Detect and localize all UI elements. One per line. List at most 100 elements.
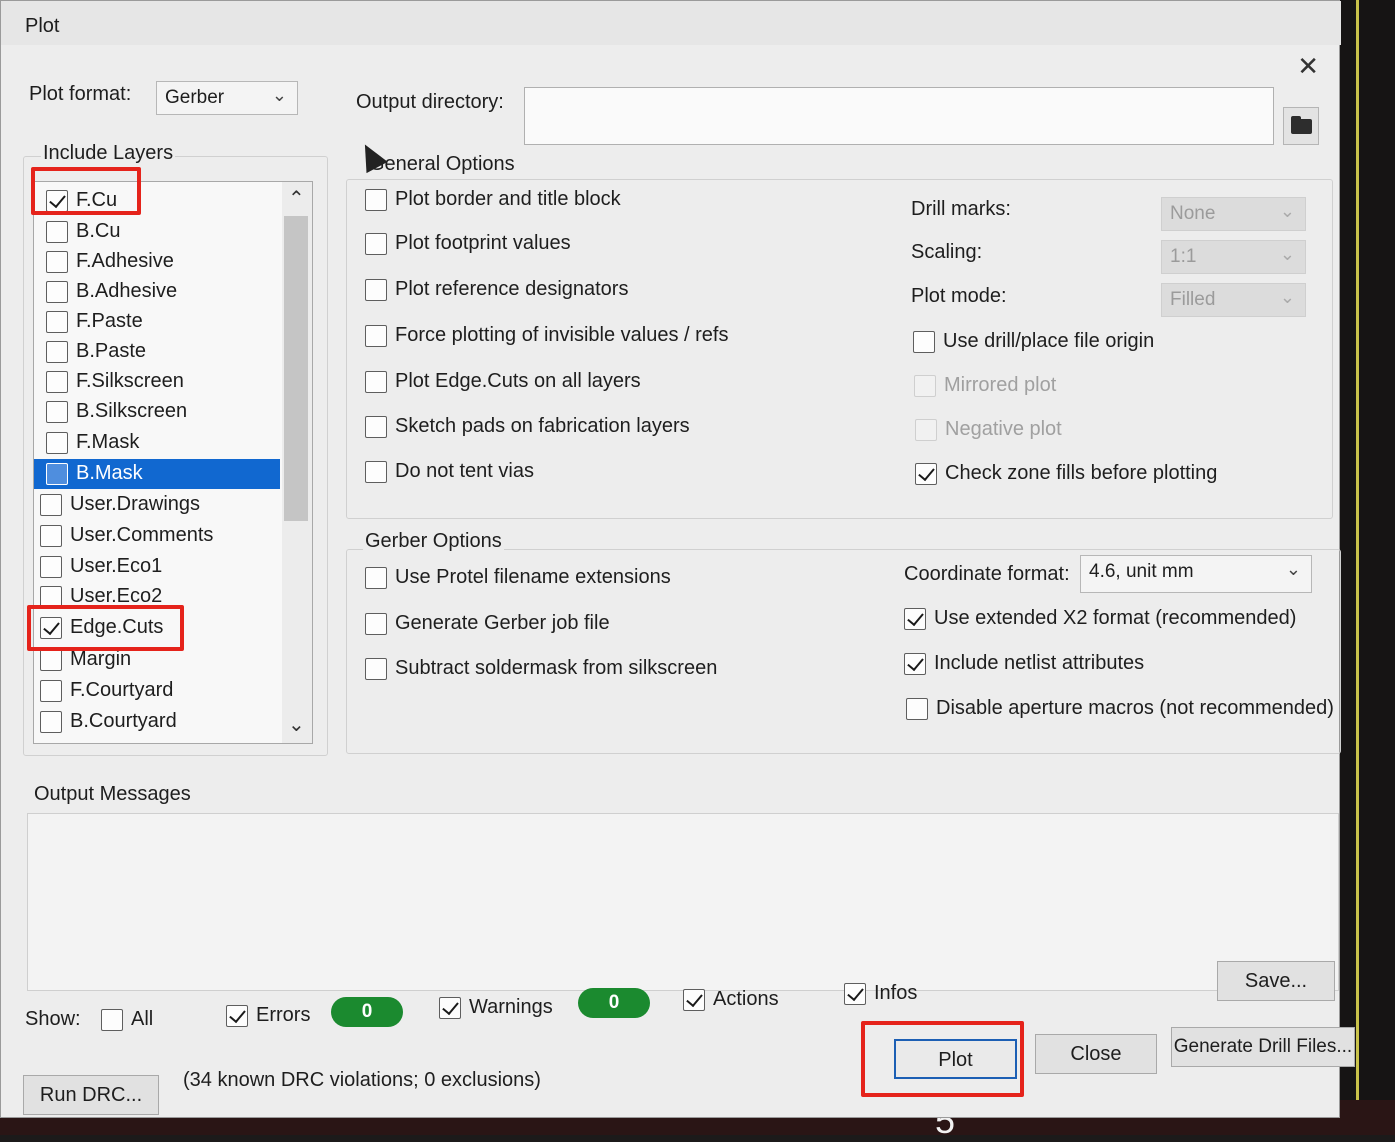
general-option-label: Do not tent vias <box>395 460 534 482</box>
general-option-label: Force plotting of invisible values / ref… <box>395 324 729 346</box>
general-right-option-label: Check zone fills before plotting <box>945 462 1218 484</box>
plot-format-value: Gerber <box>165 87 225 108</box>
layer-item[interactable]: B.Paste <box>34 337 280 367</box>
checkbox[interactable] <box>365 613 387 635</box>
show-label: Show: <box>25 1008 81 1030</box>
layer-checkbox[interactable] <box>46 251 68 273</box>
checkbox[interactable] <box>365 416 387 438</box>
checkbox[interactable] <box>365 461 387 483</box>
scaling-select[interactable]: 1:1 ⌄ <box>1161 240 1306 274</box>
layer-checkbox[interactable] <box>40 711 62 733</box>
chevron-down-icon: ⌄ <box>1279 201 1295 221</box>
layers-scrollbar[interactable]: ⌃ ⌄ <box>282 182 312 743</box>
gerber-option-label: Use Protel filename extensions <box>395 566 671 588</box>
run-drc-button[interactable]: Run DRC... <box>23 1075 159 1115</box>
layer-checkbox[interactable] <box>46 281 68 303</box>
layer-item[interactable]: F.Adhesive <box>34 247 280 277</box>
show-warnings-label: Warnings <box>469 996 553 1018</box>
layer-checkbox[interactable] <box>40 556 62 578</box>
show-infos-label: Infos <box>874 982 918 1004</box>
browse-folder-button[interactable] <box>1283 107 1319 145</box>
layer-item[interactable]: F.Silkscreen <box>34 367 280 397</box>
general-option-label: Plot border and title block <box>395 188 621 210</box>
layer-checkbox[interactable] <box>46 432 68 454</box>
checkbox[interactable] <box>365 279 387 301</box>
scroll-thumb[interactable] <box>284 216 308 521</box>
layer-item[interactable]: B.Courtyard <box>34 707 280 737</box>
plot-dialog: Plot ✕ Plot format: Gerber ⌄ Output dire… <box>0 0 1355 1118</box>
layer-label: F.Courtyard <box>70 679 174 701</box>
errors-count-badge: 0 <box>331 997 403 1027</box>
layer-label: F.Mask <box>76 431 140 453</box>
checkbox[interactable] <box>101 1009 123 1031</box>
checkbox[interactable] <box>439 997 461 1019</box>
checkbox[interactable] <box>365 233 387 255</box>
generate-drill-files-button[interactable]: Generate Drill Files... <box>1171 1027 1355 1067</box>
checkbox[interactable] <box>844 983 866 1005</box>
layer-item[interactable]: F.Courtyard <box>34 676 280 706</box>
layer-checkbox[interactable] <box>46 401 68 423</box>
close-button[interactable]: Close <box>1035 1034 1157 1074</box>
checkbox <box>915 419 937 441</box>
layer-item[interactable]: B.Mask <box>34 459 280 489</box>
chevron-down-icon: ⌄ <box>1285 559 1301 579</box>
layer-checkbox[interactable] <box>46 221 68 243</box>
chevron-down-icon[interactable]: ⌄ <box>288 712 305 737</box>
title-bar: Plot <box>1 1 1341 45</box>
layer-item[interactable]: F.Paste <box>34 307 280 337</box>
output-messages-panel[interactable] <box>27 813 1339 991</box>
checkbox[interactable] <box>365 189 387 211</box>
layer-item[interactable]: User.Comments <box>34 521 280 551</box>
checkbox[interactable] <box>904 653 926 675</box>
checkbox[interactable] <box>365 658 387 680</box>
layer-label: B.Cu <box>76 220 121 242</box>
layer-checkbox[interactable] <box>46 371 68 393</box>
layer-item[interactable]: F.Mask <box>34 428 280 458</box>
layer-item[interactable]: User.Drawings <box>34 490 280 520</box>
layer-label: B.Adhesive <box>76 280 178 302</box>
layers-listbox[interactable]: F.Cu B.Cu F.Adhesive B.Adhesive F.Paste B.Pas… <box>33 181 313 744</box>
layer-checkbox[interactable] <box>40 494 62 516</box>
include-layers-heading: Include Layers <box>41 142 176 165</box>
layer-checkbox[interactable] <box>46 463 68 485</box>
gerber-option-label: Generate Gerber job file <box>395 612 610 634</box>
general-option-label: Plot footprint values <box>395 232 571 254</box>
checkbox[interactable] <box>683 989 705 1011</box>
chevron-up-icon[interactable]: ⌃ <box>288 186 305 211</box>
save-messages-button[interactable]: Save... <box>1217 961 1335 1001</box>
output-directory-input[interactable] <box>524 87 1274 145</box>
layer-label: F.Paste <box>76 310 143 332</box>
drill-marks-select[interactable]: None ⌄ <box>1161 197 1306 231</box>
checkbox[interactable] <box>904 608 926 630</box>
layer-checkbox[interactable] <box>46 311 68 333</box>
layer-item[interactable]: B.Cu <box>34 217 280 247</box>
plot-mode-select[interactable]: Filled ⌄ <box>1161 283 1306 317</box>
scaling-label: Scaling: <box>911 241 983 263</box>
gerber-right-option-label: Include netlist attributes <box>934 652 1145 674</box>
layer-item[interactable]: B.Adhesive <box>34 277 280 307</box>
checkbox[interactable] <box>365 371 387 393</box>
coordinate-format-select[interactable]: 4.6, unit mm ⌄ <box>1080 555 1312 593</box>
annotation-highlight-fcu <box>31 167 141 215</box>
layer-item[interactable]: User.Eco1 <box>34 552 280 582</box>
checkbox[interactable] <box>906 698 928 720</box>
layer-label: B.Mask <box>76 462 143 484</box>
general-right-option-label: Negative plot <box>945 418 1062 440</box>
coordinate-format-label: Coordinate format: <box>904 563 1070 585</box>
checkbox <box>914 375 936 397</box>
checkbox[interactable] <box>226 1005 248 1027</box>
layer-label: F.Silkscreen <box>76 370 184 392</box>
checkbox[interactable] <box>913 331 935 353</box>
layer-item[interactable]: B.Silkscreen <box>34 397 280 427</box>
plot-format-select[interactable]: Gerber ⌄ <box>156 81 298 115</box>
checkbox[interactable] <box>365 325 387 347</box>
close-icon[interactable]: ✕ <box>1297 51 1319 82</box>
layer-checkbox[interactable] <box>40 680 62 702</box>
layer-checkbox[interactable] <box>40 525 62 547</box>
checkbox[interactable] <box>915 463 937 485</box>
checkbox[interactable] <box>365 567 387 589</box>
layer-label: F.Adhesive <box>76 250 174 272</box>
layer-checkbox[interactable] <box>46 341 68 363</box>
output-messages-heading: Output Messages <box>34 783 191 805</box>
layer-checkbox[interactable] <box>40 649 62 671</box>
